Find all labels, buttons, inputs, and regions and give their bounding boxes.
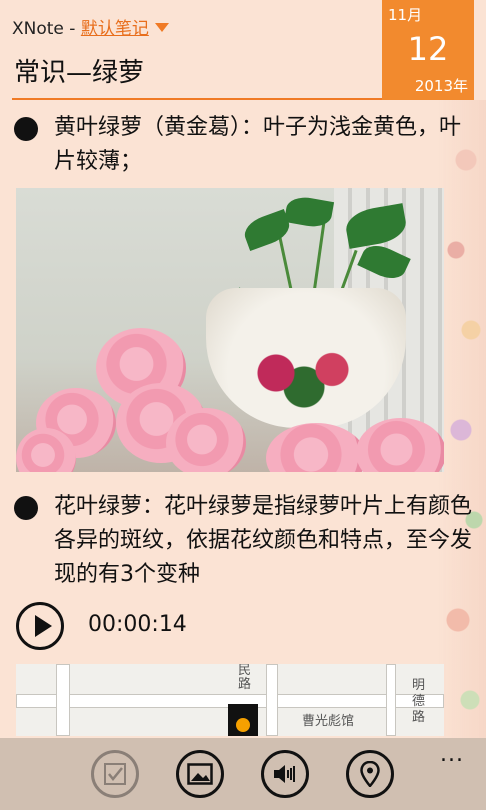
insert-image-button[interactable] [176, 750, 224, 798]
map-road-label: 明德路 [412, 678, 426, 725]
date-day: 12 [407, 30, 449, 68]
bullet-icon [14, 117, 38, 141]
notebook-selector[interactable]: 默认笔记 [81, 19, 149, 39]
app-name: XNote - [12, 19, 81, 39]
checkbox-icon [104, 763, 126, 785]
note-header: XNote - 默认笔记 常识—绿萝 11月 12 2013年 [0, 0, 486, 100]
map-place-label: 曹光彪馆 [302, 714, 355, 729]
add-location-button[interactable] [346, 750, 394, 798]
app-bar: ... [0, 738, 486, 810]
date-year: 2013年 [414, 77, 468, 95]
image-icon [187, 763, 213, 785]
map-pin-icon [228, 704, 258, 736]
bullet-icon [14, 496, 38, 520]
map-road-label: 民路 [238, 664, 252, 692]
checkbox-button[interactable] [91, 750, 139, 798]
audio-duration: 00:00:14 [88, 612, 187, 637]
location-map[interactable]: 民路 明德路 曹光彪馆 [16, 664, 444, 736]
date-tile: 11月 12 2013年 [382, 0, 474, 100]
plant-leaf [283, 194, 335, 230]
bullet-text-1[interactable]: 黄叶绿萝（黄金葛）：叶子为浅金黄色，叶片较薄； [54, 111, 472, 179]
map-road [386, 664, 396, 736]
paper-rose [166, 408, 246, 472]
note-photo[interactable] [16, 188, 444, 472]
bullet-text-2[interactable]: 花叶绿萝：花叶绿萝是指绿萝叶片上有颜色各异的斑纹，依据花纹颜色和特点，至今发现的… [54, 490, 472, 592]
note-title[interactable]: 常识—绿萝 [14, 52, 144, 89]
map-road [266, 664, 278, 736]
more-options-icon[interactable]: ... [440, 742, 464, 767]
date-month: 11月 [388, 6, 423, 24]
title-divider [12, 98, 382, 100]
chevron-down-icon[interactable] [154, 23, 169, 32]
location-icon [360, 761, 380, 787]
pot-peony-pattern [234, 338, 374, 408]
map-road [56, 664, 70, 736]
audio-icon [274, 765, 295, 783]
app-title-line: XNote - 默认笔记 [12, 14, 169, 39]
record-audio-button[interactable] [261, 750, 309, 798]
play-button[interactable] [16, 602, 64, 650]
